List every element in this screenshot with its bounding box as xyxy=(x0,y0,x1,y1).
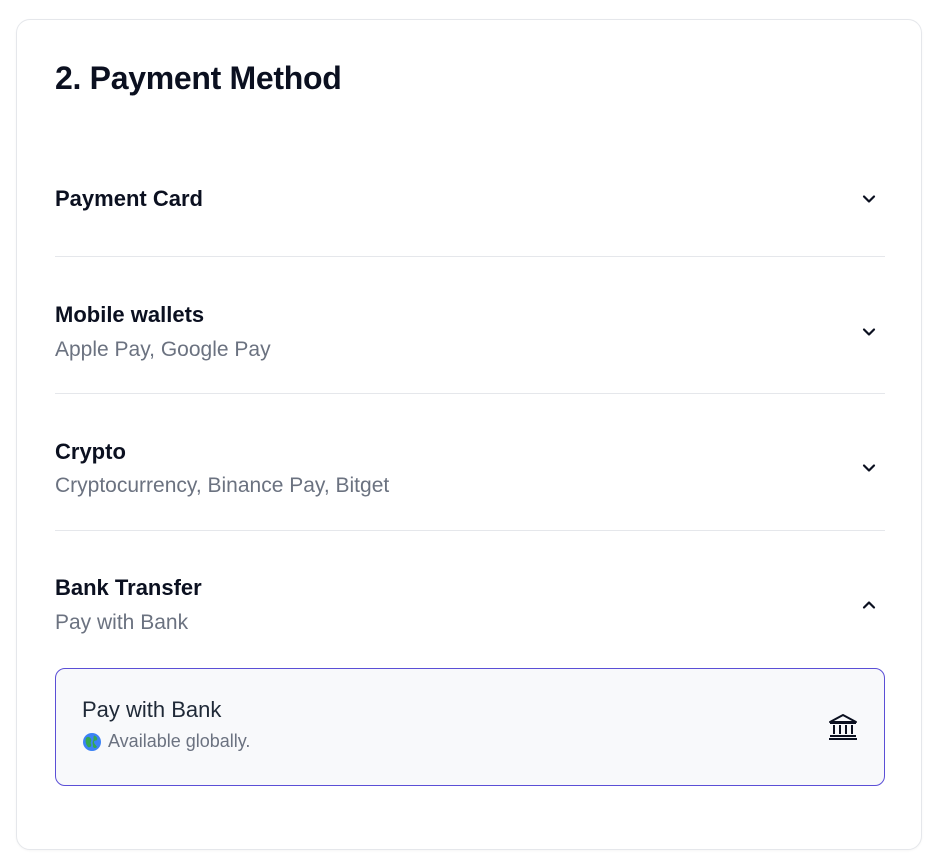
bank-option-name: Pay with Bank xyxy=(82,697,222,722)
bank-option-note: Available globally. xyxy=(82,731,250,752)
method-subtitle: Pay with Bank xyxy=(55,611,189,634)
page-title: 2. Payment Method xyxy=(55,60,342,96)
method-header[interactable]: Mobile wallets Apple Pay, Google Pay xyxy=(55,257,885,393)
method-payment-card[interactable]: Payment Card xyxy=(55,156,885,257)
method-header[interactable]: Payment Card xyxy=(55,156,885,256)
bank-icon xyxy=(828,713,858,741)
method-header[interactable]: Crypto Cryptocurrency, Binance Pay, Bitg… xyxy=(55,394,885,530)
method-crypto[interactable]: Crypto Cryptocurrency, Binance Pay, Bitg… xyxy=(55,394,885,531)
method-title: Bank Transfer xyxy=(55,575,202,600)
chevron-up-icon[interactable] xyxy=(861,597,877,613)
chevron-down-icon[interactable] xyxy=(861,460,877,476)
chevron-down-icon[interactable] xyxy=(861,324,877,340)
method-title: Mobile wallets xyxy=(55,302,205,327)
payment-method-card: 2. Payment Method Payment Card Mobile wa… xyxy=(16,19,922,850)
bank-option-note-text: Available globally. xyxy=(108,731,251,751)
method-subtitle: Cryptocurrency, Binance Pay, Bitget xyxy=(55,474,390,497)
method-title: Crypto xyxy=(55,439,126,464)
globe-icon xyxy=(82,732,102,752)
method-mobile-wallets[interactable]: Mobile wallets Apple Pay, Google Pay xyxy=(55,257,885,394)
pay-with-bank-option[interactable]: Pay with Bank Available globally. xyxy=(55,668,885,786)
method-header[interactable]: Bank Transfer Pay with Bank xyxy=(55,531,885,651)
method-subtitle: Apple Pay, Google Pay xyxy=(55,338,271,361)
method-title: Payment Card xyxy=(55,186,203,211)
method-bank-transfer[interactable]: Bank Transfer Pay with Bank xyxy=(55,531,885,651)
chevron-down-icon[interactable] xyxy=(861,191,877,207)
